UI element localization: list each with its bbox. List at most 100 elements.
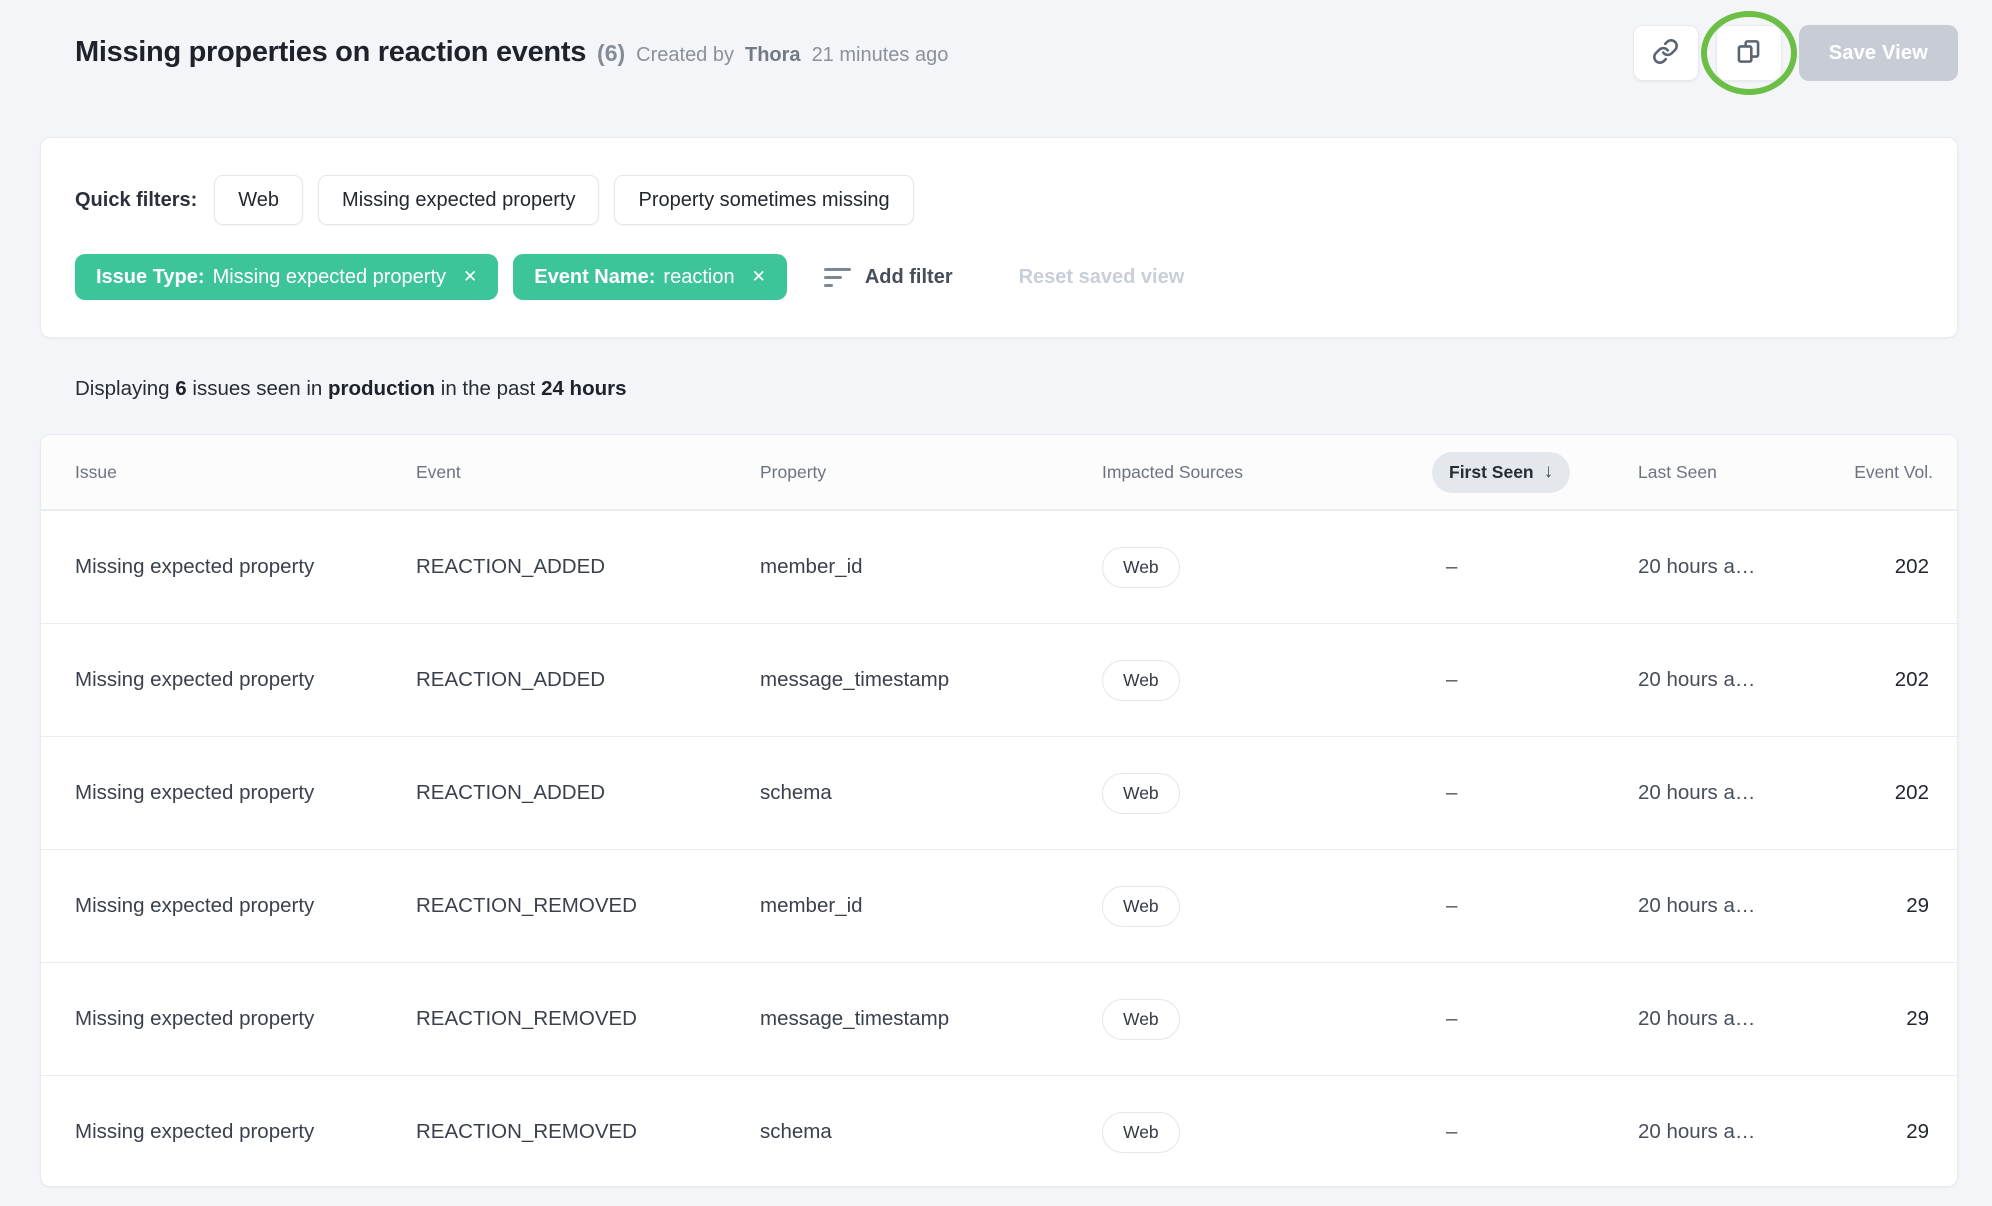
cell-sources: Web [1102, 886, 1432, 927]
save-view-button[interactable]: Save View [1799, 25, 1958, 81]
filter-pill-event-name[interactable]: Event Name: reaction ✕ [513, 254, 787, 300]
cell-last-seen: 20 hours a… [1638, 894, 1808, 918]
summary-count: 6 [175, 377, 186, 400]
created-time: 21 minutes ago [812, 44, 949, 67]
cell-first-seen: – [1432, 668, 1638, 692]
issues-table: Issue Event Property Impacted Sources Fi… [40, 434, 1958, 1187]
cell-issue: Missing expected property [75, 555, 416, 579]
summary-text: Displaying [75, 377, 170, 400]
filter-pill-label: Event Name: [534, 266, 655, 289]
cell-event: REACTION_ADDED [416, 668, 760, 692]
source-badge: Web [1102, 660, 1180, 701]
column-header-last-seen[interactable]: Last Seen [1638, 462, 1808, 483]
table-row[interactable]: Missing expected property REACTION_REMOV… [41, 962, 1957, 1075]
cell-event: REACTION_REMOVED [416, 1120, 760, 1144]
sort-descending-icon: ↓ [1544, 461, 1554, 483]
close-icon[interactable]: ✕ [752, 267, 766, 287]
filter-pill-value: Missing expected property [213, 266, 446, 289]
quick-filter-property-sometimes-missing[interactable]: Property sometimes missing [614, 175, 913, 225]
cell-sources: Web [1102, 773, 1432, 814]
cell-issue: Missing expected property [75, 781, 416, 805]
cell-first-seen: – [1432, 1007, 1638, 1031]
column-header-event-vol[interactable]: Event Vol. [1808, 462, 1957, 483]
duplicate-view-button[interactable] [1716, 25, 1782, 81]
table-row[interactable]: Missing expected property REACTION_ADDED… [41, 510, 1957, 623]
table-header-row: Issue Event Property Impacted Sources Fi… [41, 435, 1957, 510]
results-summary: Displaying 6 issues seen in production i… [75, 377, 627, 401]
cell-property: schema [760, 1120, 1102, 1144]
cell-last-seen: 20 hours a… [1638, 555, 1808, 579]
page-title: Missing properties on reaction events [75, 36, 586, 69]
cell-event-vol: 29 [1808, 1120, 1957, 1144]
quick-filters-label: Quick filters: [75, 189, 197, 212]
column-header-impacted-sources[interactable]: Impacted Sources [1102, 462, 1432, 483]
cell-first-seen: – [1432, 1120, 1638, 1144]
quick-filters-row: Quick filters: Web Missing expected prop… [75, 175, 914, 225]
column-header-first-seen: First Seen ↓ [1432, 452, 1638, 493]
cell-property: message_timestamp [760, 1007, 1102, 1031]
column-header-issue[interactable]: Issue [75, 462, 416, 483]
cell-issue: Missing expected property [75, 668, 416, 692]
summary-text: in the past [441, 377, 536, 400]
cell-event: REACTION_REMOVED [416, 1007, 760, 1031]
filter-pill-issue-type[interactable]: Issue Type: Missing expected property ✕ [75, 254, 498, 300]
cell-property: member_id [760, 555, 1102, 579]
sort-pill-first-seen[interactable]: First Seen ↓ [1432, 452, 1570, 493]
author-name: Thora [745, 44, 801, 67]
source-badge: Web [1102, 886, 1180, 927]
cell-event: REACTION_ADDED [416, 555, 760, 579]
cell-last-seen: 20 hours a… [1638, 1007, 1808, 1031]
summary-time-range: 24 hours [541, 377, 626, 400]
table-row[interactable]: Missing expected property REACTION_ADDED… [41, 736, 1957, 849]
quick-filter-web[interactable]: Web [214, 175, 303, 225]
page-header: Missing properties on reaction events (6… [75, 36, 948, 69]
cell-last-seen: 20 hours a… [1638, 668, 1808, 692]
source-badge: Web [1102, 999, 1180, 1040]
table-row[interactable]: Missing expected property REACTION_REMOV… [41, 1075, 1957, 1187]
column-header-first-seen-label: First Seen [1449, 462, 1534, 483]
cell-property: member_id [760, 894, 1102, 918]
header-actions: Save View [1633, 25, 1958, 81]
copy-link-button[interactable] [1633, 25, 1699, 81]
filter-lines-icon [824, 268, 851, 287]
cell-issue: Missing expected property [75, 1120, 416, 1144]
column-header-property[interactable]: Property [760, 462, 1102, 483]
copy-icon [1735, 38, 1762, 68]
column-header-event[interactable]: Event [416, 462, 760, 483]
summary-text: issues seen in [192, 377, 322, 400]
quick-filter-missing-expected-property[interactable]: Missing expected property [318, 175, 599, 225]
link-icon [1652, 38, 1679, 68]
source-badge: Web [1102, 547, 1180, 588]
table-row[interactable]: Missing expected property REACTION_ADDED… [41, 623, 1957, 736]
cell-sources: Web [1102, 660, 1432, 701]
cell-property: message_timestamp [760, 668, 1102, 692]
cell-last-seen: 20 hours a… [1638, 781, 1808, 805]
cell-sources: Web [1102, 999, 1432, 1040]
filter-pill-value: reaction [663, 266, 734, 289]
close-icon[interactable]: ✕ [463, 267, 477, 287]
cell-last-seen: 20 hours a… [1638, 1120, 1808, 1144]
add-filter-button[interactable]: Add filter [818, 265, 959, 290]
cell-event-vol: 202 [1808, 555, 1957, 579]
cell-event-vol: 29 [1808, 1007, 1957, 1031]
cell-first-seen: – [1432, 894, 1638, 918]
source-badge: Web [1102, 1112, 1180, 1153]
reset-saved-view-button[interactable]: Reset saved view [1013, 265, 1191, 290]
cell-event-vol: 202 [1808, 781, 1957, 805]
cell-event: REACTION_ADDED [416, 781, 760, 805]
filter-pill-label: Issue Type: [96, 266, 205, 289]
cell-first-seen: – [1432, 555, 1638, 579]
cell-property: schema [760, 781, 1102, 805]
cell-sources: Web [1102, 1112, 1432, 1153]
cell-issue: Missing expected property [75, 1007, 416, 1031]
cell-issue: Missing expected property [75, 894, 416, 918]
issue-count-badge: (6) [597, 40, 625, 67]
add-filter-label: Add filter [865, 266, 953, 289]
summary-environment: production [328, 377, 435, 400]
cell-event-vol: 202 [1808, 668, 1957, 692]
table-row[interactable]: Missing expected property REACTION_REMOV… [41, 849, 1957, 962]
cell-event-vol: 29 [1808, 894, 1957, 918]
source-badge: Web [1102, 773, 1180, 814]
cell-event: REACTION_REMOVED [416, 894, 760, 918]
created-by-label: Created by [636, 44, 734, 67]
